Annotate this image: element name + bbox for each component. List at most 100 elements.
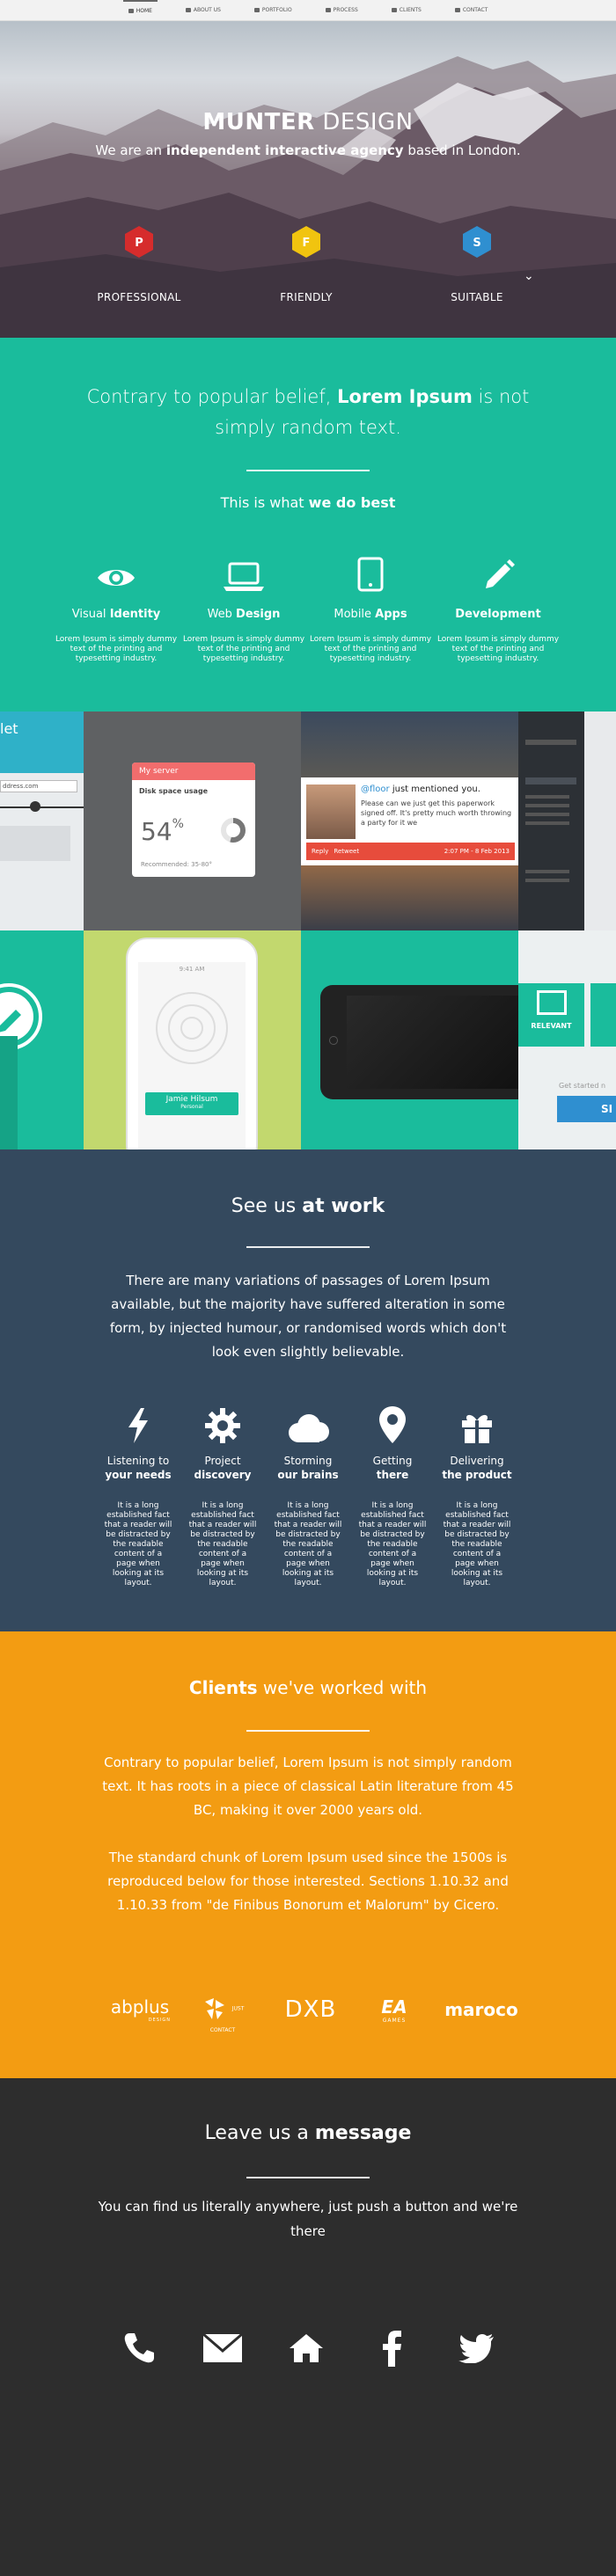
portfolio-tile-server-widget[interactable]: My server Disk space usage 54% Recommend…: [84, 712, 301, 930]
svg-text:S: S: [473, 237, 480, 250]
step-title-bold: discovery: [194, 1469, 252, 1481]
step-storming: Storming our brains It is a long establi…: [268, 1405, 348, 1588]
client-logo-ea: EA GAMES: [368, 1996, 421, 2024]
services-section: Contrary to popular belief, Lorem Ipsum …: [0, 338, 616, 712]
section-divider: [246, 1730, 370, 1732]
contact-name: Jamie Hilsum: [165, 1095, 218, 1104]
home-button[interactable]: [284, 2326, 328, 2370]
usage-donut: [221, 818, 246, 843]
portfolio-grid: let ddress.com My server Disk space usag…: [0, 712, 616, 1149]
sidebar-row: [525, 777, 576, 784]
step-description: It is a long established fact that a rea…: [188, 1501, 257, 1587]
shadow-strip: [0, 1036, 18, 1149]
portfolio-tile-dashboard[interactable]: [518, 712, 616, 930]
section-divider: [246, 2177, 370, 2178]
process-icon: [325, 8, 331, 12]
chevron-down-icon[interactable]: ⌄: [524, 269, 534, 283]
clients-heading: Clients we've worked with: [188, 1677, 428, 1698]
portfolio-tile-device[interactable]: [301, 930, 518, 1149]
step-discovery: Project discovery It is a long establish…: [183, 1405, 262, 1588]
step-description: It is a long established fact that a rea…: [443, 1501, 511, 1587]
twitter-button[interactable]: [454, 2326, 498, 2370]
step-delivering: Delivering the product It is a long esta…: [437, 1405, 517, 1588]
contact-card[interactable]: Jamie Hilsum Personal: [145, 1092, 238, 1115]
sidebar-row: [525, 821, 569, 825]
service-title: Development: [455, 608, 541, 621]
avatar: [306, 784, 356, 839]
service-description: Lorem Ipsum is simply dummy text of the …: [182, 635, 305, 663]
tweet-heading: @floor just mentioned you.: [361, 784, 480, 794]
mail-icon: [454, 8, 460, 12]
tile-text: let: [0, 720, 18, 737]
portfolio-tile-phone[interactable]: 9:41 AM Jamie Hilsum Personal: [84, 930, 301, 1149]
client-logo-dxb: DXB: [284, 1996, 337, 2023]
hero-section: MUNTER DESIGN We are an independent inte…: [0, 21, 616, 338]
step-title-bold: your needs: [105, 1469, 172, 1481]
mockup-block: [0, 826, 70, 861]
logo-mark-icon: [204, 1998, 224, 2019]
sign-in-button[interactable]: SI: [557, 1096, 616, 1122]
step-title-bold: our brains: [277, 1469, 339, 1481]
client-logo-maroco: maroco: [444, 1999, 518, 2020]
get-started-text: Get started n: [559, 1082, 606, 1090]
sidebar-row: [525, 879, 569, 882]
clients-paragraph-2: The standard chunk of Lorem Ipsum used s…: [107, 1850, 509, 1913]
sidebar-row: [525, 740, 576, 745]
phone-frame: 9:41 AM Jamie Hilsum Personal: [126, 938, 258, 1149]
nav-process[interactable]: PROCESS: [320, 1, 363, 19]
device-screen: [347, 996, 518, 1089]
nav-about[interactable]: ABOUT US: [180, 1, 226, 19]
facebook-button[interactable]: [370, 2326, 414, 2370]
tweet-time: 2:07 PM - 8 Feb 2013: [444, 848, 510, 855]
hero-subtitle: We are an independent interactive agency…: [95, 142, 521, 158]
widget-title: My server: [132, 763, 255, 780]
intro-subheading: This is what we do best: [220, 494, 396, 511]
sidebar-row: [525, 804, 569, 807]
relevant-card: RELEVANT: [518, 983, 584, 1047]
email-button[interactable]: [201, 2326, 245, 2370]
server-widget: My server Disk space usage 54% Recommend…: [132, 763, 255, 877]
service-visual-identity: Visual Identity Lorem Ipsum is simply du…: [50, 553, 182, 664]
section-divider: [246, 470, 370, 471]
twitter-icon: [458, 2333, 494, 2363]
service-development: Development Lorem Ipsum is simply dummy …: [432, 553, 564, 664]
contact-section: Leave us a message You can find us liter…: [0, 2078, 616, 2576]
process-section: See us at work There are many variations…: [0, 1149, 616, 1631]
sidebar-row: [525, 870, 569, 873]
pencil-icon: [432, 553, 564, 592]
badge-label-suitable: SUITABLE: [451, 291, 503, 303]
step-title: Listening to: [106, 1455, 170, 1467]
retweet-button[interactable]: Retweet: [334, 848, 359, 855]
envelope-icon: [202, 2333, 243, 2362]
client-logo-just-contact: JUST CONTACT: [192, 1996, 253, 2038]
step-title: Getting: [372, 1455, 413, 1467]
nav-clients[interactable]: CLIENTS: [386, 1, 427, 19]
contact-heading: Leave us a message: [204, 2122, 412, 2144]
user-icon: [185, 8, 191, 12]
step-title-bold: there: [376, 1469, 409, 1481]
reply-button[interactable]: Reply: [312, 848, 328, 855]
nav-contact[interactable]: CONTACT: [450, 1, 493, 19]
eye-icon: [50, 553, 182, 592]
portfolio-icon: [253, 8, 260, 12]
home-icon: [290, 2334, 323, 2362]
portfolio-tile-5[interactable]: [0, 930, 84, 1149]
step-title: Storming: [283, 1455, 333, 1467]
tweet-body: Please can we just get this paperwork si…: [361, 799, 512, 827]
step-description: It is a long established fact that a rea…: [274, 1501, 342, 1587]
nav-home[interactable]: HOME: [122, 0, 158, 20]
badge-label-professional: PROFESSIONAL: [97, 291, 181, 303]
nav-portfolio[interactable]: PORTFOLIO: [249, 1, 297, 19]
cloud-icon: [268, 1405, 348, 1443]
portfolio-tile-relevant[interactable]: RELEVANT Get started n SI: [518, 930, 616, 1149]
logo-text: abplus: [110, 1996, 170, 2018]
professional-badge-icon: P: [125, 226, 153, 258]
svg-text:P: P: [135, 237, 143, 250]
clients-section: Clients we've worked with Contrary to po…: [0, 1631, 616, 2078]
portfolio-tile-1[interactable]: let ddress.com: [0, 712, 84, 930]
portfolio-tile-tweet[interactable]: @floor just mentioned you. Please can we…: [301, 712, 518, 930]
top-nav: HOME ABOUT US PORTFOLIO PROCESS CLIENTS …: [0, 0, 616, 21]
step-description: It is a long established fact that a rea…: [104, 1501, 172, 1587]
heart-icon: [391, 8, 397, 12]
phone-button[interactable]: [117, 2326, 161, 2370]
